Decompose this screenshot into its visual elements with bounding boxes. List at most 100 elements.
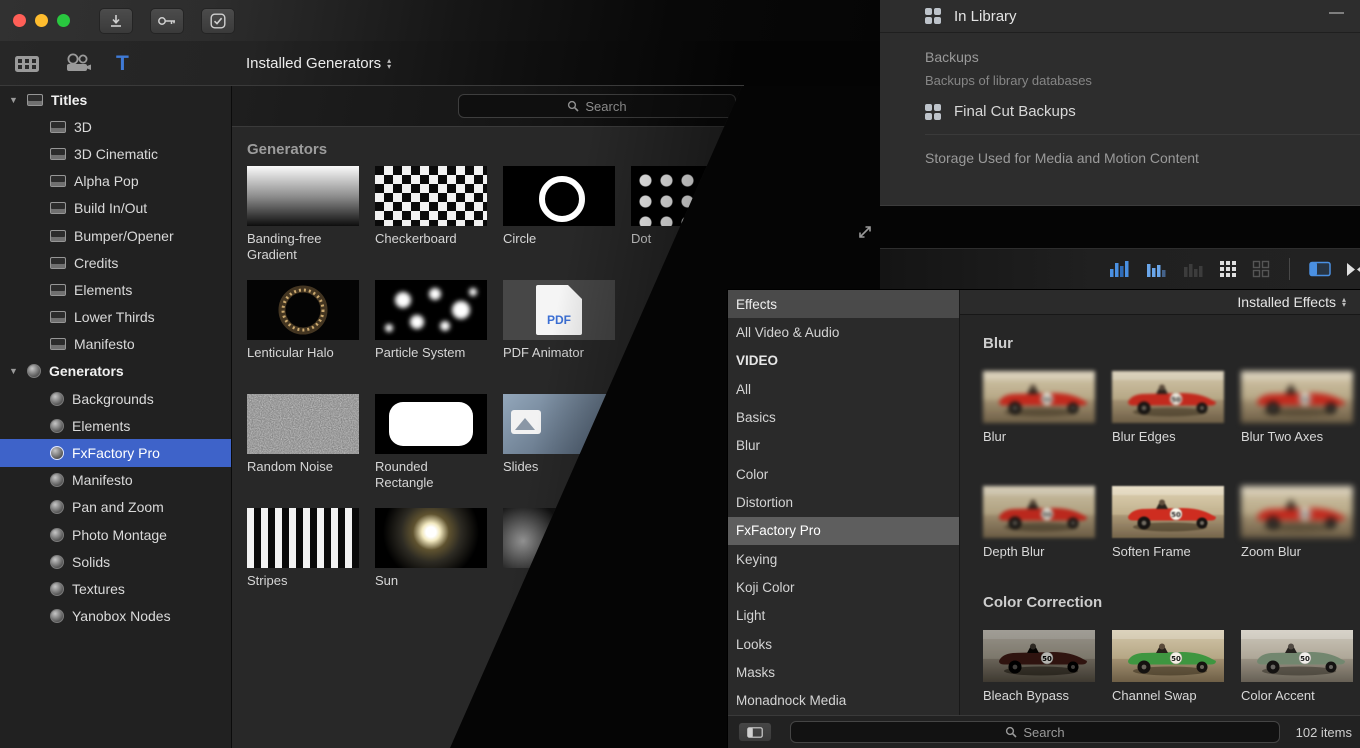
minimize-button[interactable]	[35, 14, 48, 27]
category-monadnock-media[interactable]: Monadnock Media	[728, 687, 959, 715]
sidebar-item-fxfactory-pro[interactable]: FxFactory Pro	[0, 439, 231, 466]
sidebar-section-titles[interactable]: ▼ Titles	[0, 86, 231, 113]
sidebar-item-3d[interactable]: 3D	[0, 113, 231, 140]
generator-tile-rounded-rectangle[interactable]: Rounded Rectangle	[375, 394, 487, 508]
sidebar-item-elements-generators[interactable]: Elements	[0, 412, 231, 439]
effects-search-input[interactable]: Search	[790, 721, 1280, 743]
category-all-video-audio[interactable]: All Video & Audio	[728, 318, 959, 346]
effect-tile-blur-edges[interactable]: Blur Edges	[1112, 371, 1224, 444]
thumbnail-grid-icon[interactable]	[1219, 260, 1237, 278]
in-library-row[interactable]: In Library —	[880, 0, 1360, 33]
generator-tile-dot[interactable]: Dot	[631, 166, 742, 280]
category-video[interactable]: VIDEO	[728, 347, 959, 375]
sidebar-item-build-in-out[interactable]: Build In/Out	[0, 195, 231, 222]
meters-dim-icon[interactable]	[1182, 259, 1204, 279]
category-blur[interactable]: Blur	[728, 432, 959, 460]
effect-tile-zoom-blur[interactable]: Zoom Blur	[1241, 486, 1353, 559]
effects-browser-icon[interactable]	[1309, 261, 1331, 277]
category-light[interactable]: Light	[728, 602, 959, 630]
effect-tile-blur-two-axes[interactable]: Blur Two Axes	[1241, 371, 1353, 444]
collection-grid-icon	[925, 8, 941, 24]
search-input[interactable]: Search	[458, 94, 736, 118]
zoom-button[interactable]	[57, 14, 70, 27]
effect-thumbnail	[1112, 371, 1224, 423]
titles-tool-icon[interactable]: T	[116, 52, 129, 76]
generator-item-icon	[50, 609, 64, 623]
sidebar-item-manifesto-generators[interactable]: Manifesto	[0, 467, 231, 494]
installed-effects-popup[interactable]: Installed Effects ▴▾	[960, 290, 1360, 315]
sidebar-item-textures[interactable]: Textures	[0, 575, 231, 602]
generator-tile-particle-system[interactable]: Particle System	[375, 280, 487, 394]
divider	[1289, 258, 1290, 280]
generator-item-icon	[50, 555, 64, 569]
checkerboard-thumbnail	[375, 166, 487, 226]
generator-tile-slides[interactable]: Slides	[503, 394, 615, 508]
generator-tile-lenticular-halo[interactable]: Lenticular Halo	[247, 280, 359, 394]
generator-tile-sun[interactable]: Sun	[375, 508, 487, 622]
generator-tile-circle[interactable]: Circle	[503, 166, 615, 280]
effect-thumbnail	[983, 630, 1095, 682]
effect-tile-bleach-bypass[interactable]: Bleach Bypass	[983, 630, 1095, 703]
final-cut-backups-row[interactable]: Final Cut Backups	[925, 103, 1360, 120]
category-effects[interactable]: Effects	[728, 290, 959, 318]
sidebar-item-elements[interactable]: Elements	[0, 276, 231, 303]
effect-tile-color-accent[interactable]: Color Accent	[1241, 630, 1353, 703]
generator-tile-clipped[interactable]	[503, 508, 615, 622]
download-button[interactable]	[99, 8, 133, 34]
close-button[interactable]	[13, 14, 26, 27]
generator-tile-random-noise[interactable]: Random Noise	[247, 394, 359, 508]
generator-tile-banding-free-gradient[interactable]: Banding-free Gradient	[247, 166, 359, 280]
filmstrip-icon[interactable]	[14, 54, 40, 74]
sidebar-item-solids[interactable]: Solids	[0, 548, 231, 575]
projector-icon[interactable]	[64, 53, 92, 75]
category-looks[interactable]: Looks	[728, 630, 959, 658]
category-koji-color[interactable]: Koji Color	[728, 573, 959, 601]
generator-item-icon	[50, 419, 64, 433]
grid-dim-icon[interactable]	[1252, 260, 1270, 278]
remove-button[interactable]: —	[1329, 4, 1344, 21]
generator-tile-stripes[interactable]: Stripes	[247, 508, 359, 622]
generator-tile-checkerboard[interactable]: Checkerboard	[375, 166, 487, 280]
license-key-button[interactable]	[150, 8, 184, 34]
sidebar-item-alpha-pop[interactable]: Alpha Pop	[0, 168, 231, 195]
effects-category-list: Effects All Video & Audio VIDEO All Basi…	[728, 290, 960, 715]
storage-label: Storage Used for Media and Motion Conten…	[925, 150, 1360, 166]
sidebar-item-backgrounds[interactable]: Backgrounds	[0, 385, 231, 412]
sidebar-toggle-button[interactable]	[738, 722, 772, 742]
effect-thumbnail	[983, 486, 1095, 538]
sidebar-item-manifesto[interactable]: Manifesto	[0, 331, 231, 358]
particles-thumbnail	[375, 280, 487, 340]
category-basics[interactable]: Basics	[728, 403, 959, 431]
sidebar-item-3d-cinematic[interactable]: 3D Cinematic	[0, 140, 231, 167]
disclosure-triangle-icon[interactable]: ▼	[9, 95, 27, 105]
verify-button[interactable]	[201, 8, 235, 34]
installed-generators-popup[interactable]: Installed Generators ▴▾	[246, 41, 391, 86]
sidebar-item-credits[interactable]: Credits	[0, 249, 231, 276]
effect-tile-channel-swap[interactable]: Channel Swap	[1112, 630, 1224, 703]
browser-toolbar-row: T Installed Generators ▴▾	[0, 41, 882, 86]
effect-tile-blur[interactable]: Blur	[983, 371, 1095, 444]
titles-icon	[27, 94, 43, 106]
titlebar	[0, 0, 882, 41]
effect-tile-soften-frame[interactable]: Soften Frame	[1112, 486, 1224, 559]
category-fxfactory-pro[interactable]: FxFactory Pro	[728, 517, 959, 545]
fullscreen-icon[interactable]	[856, 223, 874, 241]
category-keying[interactable]: Keying	[728, 545, 959, 573]
generator-tile-pdf-animator[interactable]: PDF PDF Animator	[503, 280, 615, 394]
category-color[interactable]: Color	[728, 460, 959, 488]
disclosure-triangle-icon[interactable]: ▼	[9, 366, 27, 376]
sidebar-item-pan-and-zoom[interactable]: Pan and Zoom	[0, 494, 231, 521]
sidebar-item-photo-montage[interactable]: Photo Montage	[0, 521, 231, 548]
category-all[interactable]: All	[728, 375, 959, 403]
category-distortion[interactable]: Distortion	[728, 488, 959, 516]
effect-thumbnail	[1241, 630, 1353, 682]
sidebar-item-lower-thirds[interactable]: Lower Thirds	[0, 304, 231, 331]
category-masks[interactable]: Masks	[728, 658, 959, 686]
transitions-browser-icon[interactable]	[1346, 262, 1360, 277]
sidebar-item-yanobox-nodes[interactable]: Yanobox Nodes	[0, 603, 231, 630]
audio-meters-icon[interactable]	[1108, 259, 1130, 279]
sidebar-section-generators[interactable]: ▼ Generators	[0, 358, 231, 385]
sidebar-item-bumper-opener[interactable]: Bumper/Opener	[0, 222, 231, 249]
effect-tile-depth-blur[interactable]: Depth Blur	[983, 486, 1095, 559]
audio-meters-alt-icon[interactable]	[1145, 259, 1167, 279]
